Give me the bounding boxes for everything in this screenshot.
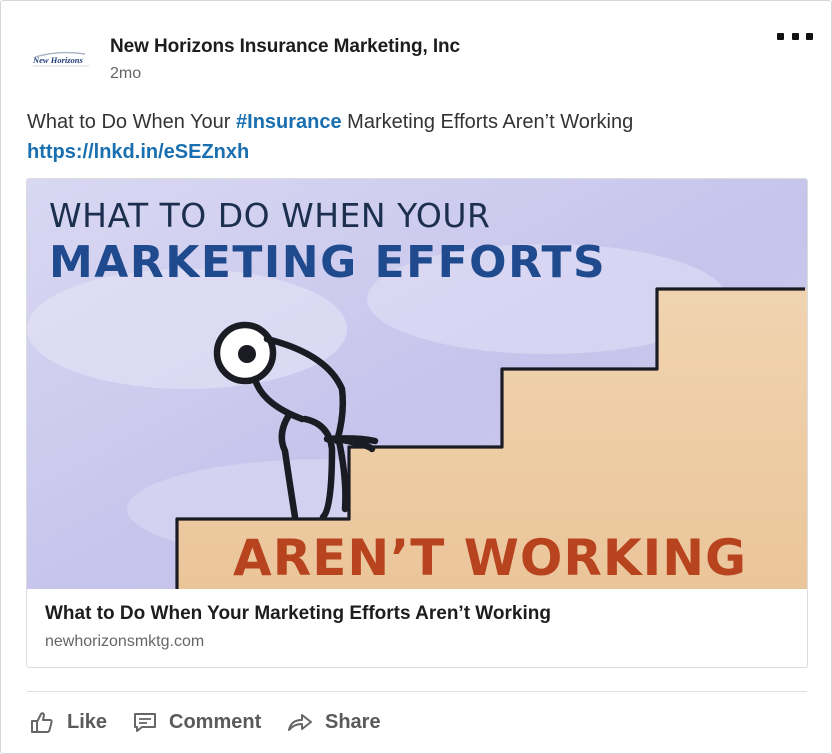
thumbs-up-icon	[31, 712, 53, 733]
hashtag-link[interactable]: #Insurance	[236, 111, 342, 133]
comment-label: Comment	[169, 710, 262, 733]
preview-domain: newhorizonsmktg.com	[45, 633, 205, 650]
share-button[interactable]: Share	[287, 708, 381, 736]
actions-divider	[27, 691, 807, 692]
image-heading-line2: MARKETING EFFORTS	[49, 237, 606, 288]
more-options-icon	[777, 32, 784, 40]
image-heading-line1: WHAT TO DO WHEN YOUR	[49, 196, 490, 235]
link-preview-card[interactable]: WHAT TO DO WHEN YOUR MARKETING EFFORTS A…	[26, 178, 808, 668]
svg-text:New Horizons: New Horizons	[32, 55, 84, 65]
share-arrow-icon	[288, 714, 312, 731]
comment-icon	[134, 713, 156, 732]
post-url-link[interactable]: https://lnkd.in/eSEZnxh	[27, 140, 249, 164]
like-button[interactable]: Like	[29, 708, 107, 736]
post-timestamp: 2mo	[110, 65, 142, 82]
like-label: Like	[67, 710, 108, 733]
preview-illustration: WHAT TO DO WHEN YOUR MARKETING EFFORTS A…	[27, 179, 807, 589]
post-text: What to Do When Your #Insurance Marketin…	[27, 110, 633, 134]
post-card: New Horizons New Horizons Insurance Mark…	[0, 0, 832, 754]
image-heading-line3: AREN’T WORKING	[233, 529, 747, 587]
post-text-before: What to Do When Your	[27, 111, 237, 133]
post-text-after: Marketing Efforts Aren’t Working	[341, 111, 634, 133]
preview-image[interactable]: WHAT TO DO WHEN YOUR MARKETING EFFORTS A…	[27, 179, 807, 589]
more-options-button[interactable]	[777, 31, 813, 41]
author-name[interactable]: New Horizons Insurance Marketing, Inc	[110, 36, 460, 58]
comment-button[interactable]: Comment	[133, 708, 261, 736]
preview-title[interactable]: What to Do When Your Marketing Efforts A…	[45, 603, 551, 625]
company-logo[interactable]: New Horizons	[29, 49, 95, 71]
share-label: Share	[325, 710, 381, 733]
